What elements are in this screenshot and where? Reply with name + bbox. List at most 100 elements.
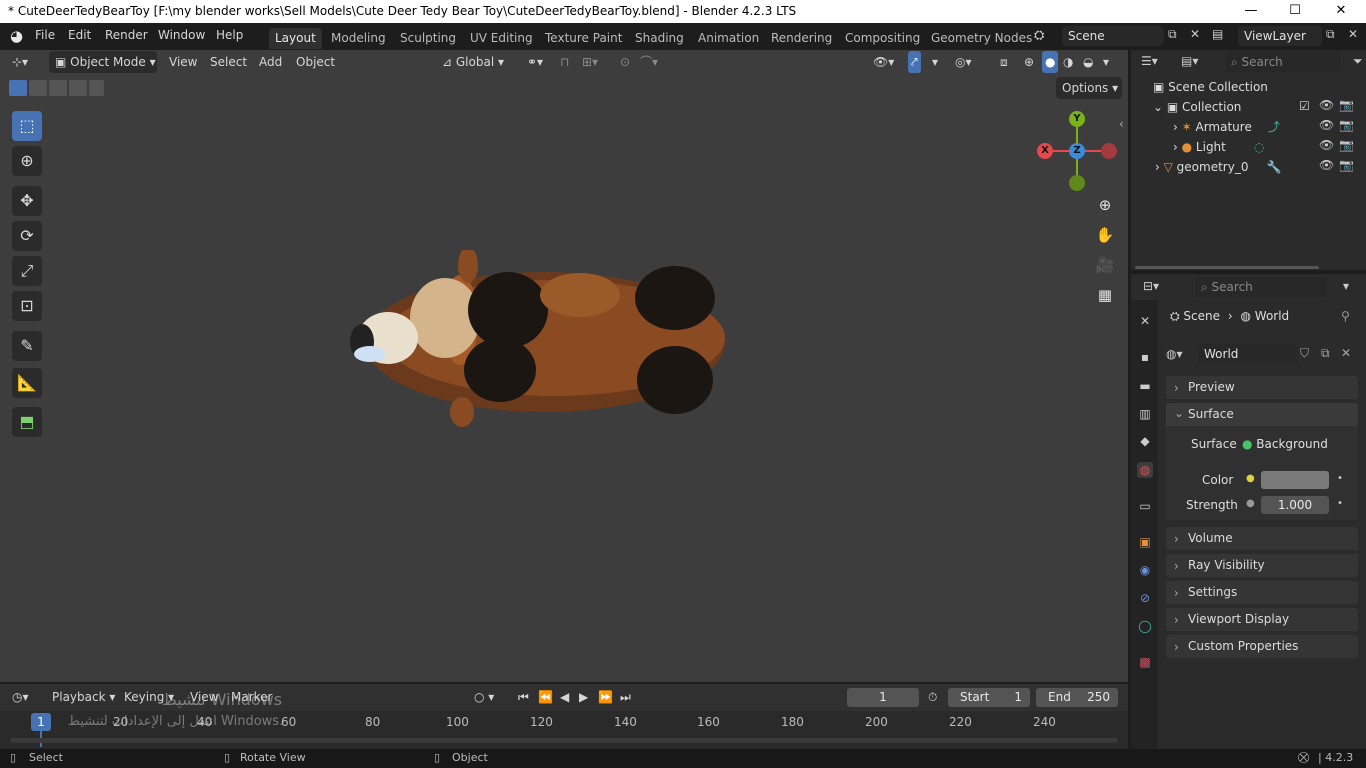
tab-rendering[interactable]: Rendering [765,28,838,49]
outliner-item-geometry[interactable]: › ▽ geometry_0 🔧 [1155,157,1281,177]
delete-viewlayer-icon[interactable]: ✕ [1348,27,1358,41]
panel-custom-properties[interactable]: Custom Properties [1166,635,1358,658]
object-tab-icon[interactable]: ▣ [1137,534,1153,550]
timeline-scrollbar[interactable] [10,738,1118,743]
panel-settings[interactable]: Settings [1166,581,1358,604]
properties-search[interactable]: ⌕ Search [1195,277,1327,297]
display-mode-icon[interactable]: ▤▾ [1181,54,1198,68]
play-reverse-icon[interactable]: ◀ [560,686,569,708]
world-browse-icon[interactable]: ◍▾ [1166,344,1196,364]
output-tab-icon[interactable]: ▬ [1137,378,1153,394]
menu-window[interactable]: Window [158,28,205,42]
color-keyframe-icon[interactable]: • [1337,473,1343,484]
minimize-button[interactable]: — [1228,0,1274,23]
xray-icon[interactable]: ⧈ [1000,51,1008,73]
outliner-item-light[interactable]: › ● Light ◌ [1173,137,1264,157]
sidebar-toggle-icon[interactable]: ‹ [1119,117,1124,131]
camera-icon[interactable]: 🎥 [1091,251,1119,279]
tab-layout[interactable]: Layout [269,28,322,49]
gizmo-z-axis[interactable]: Z [1069,143,1085,159]
world-datablock-field[interactable]: World [1198,344,1298,364]
solid-shading-icon[interactable]: ● [1042,51,1059,73]
select-extend-icon[interactable] [29,80,47,96]
duplicate-world-icon[interactable]: ⧉ [1321,346,1330,361]
proportional-edit-icon[interactable]: ⊙ [620,51,630,73]
expand-icon[interactable]: ⌄ [1153,100,1167,114]
panel-volume[interactable]: Volume [1166,527,1358,550]
outliner-search[interactable]: ⌕ Search [1225,52,1341,72]
menu-add[interactable]: Add [259,51,282,73]
snap-icon[interactable]: ⊓ [560,51,569,73]
collection-render-camera-icon[interactable]: 📷 [1339,98,1354,112]
outliner-scrollbar[interactable] [1135,266,1319,269]
start-frame-field[interactable]: Start 1 [948,688,1030,707]
strength-keyframe-icon[interactable]: • [1337,498,1343,509]
pivot-icon[interactable]: ⚭▾ [527,51,543,73]
preview-range-clock-icon[interactable]: ⏱ [928,686,937,708]
scale-tool-icon[interactable]: ⤢ [12,256,42,286]
menu-render[interactable]: Render [105,28,148,42]
3d-viewport[interactable] [0,50,1128,682]
editor-type-icon[interactable]: ⊹▾ [12,51,28,73]
filter-icon[interactable]: ⏷ [1353,54,1363,69]
geometry-visibility-eye-icon[interactable]: 👁 [1319,158,1334,172]
visibility-icon[interactable]: 👁▾ [873,51,894,73]
tab-modeling[interactable]: Modeling [325,28,392,49]
view-layer-tab-icon[interactable]: ▥ [1137,406,1153,422]
gizmo-toggle-icon[interactable]: ⤤ [908,51,921,73]
orientation-selector[interactable]: ⊿ Global ▾ [442,51,504,73]
expand-icon[interactable]: › [1173,140,1182,154]
menu-object[interactable]: Object [296,51,335,73]
overlays-icon[interactable]: ◎▾ [955,51,972,73]
add-cube-tool-icon[interactable]: ⬒ [12,407,42,437]
delete-scene-icon[interactable]: ✕ [1190,27,1200,41]
jump-next-keyframe-icon[interactable]: ⏩ [598,686,613,708]
outliner-scene-collection[interactable]: ▣ Scene Collection [1153,77,1268,97]
strength-field[interactable]: 1.000 [1261,496,1329,514]
pan-hand-icon[interactable]: ✋ [1091,221,1119,249]
menu-file[interactable]: File [35,28,55,42]
collection-visibility-eye-icon[interactable]: 👁 [1319,98,1334,112]
options-dropdown[interactable]: Options ▾ [1056,77,1122,99]
menu-help[interactable]: Help [216,28,243,42]
material-shading-icon[interactable]: ◑ [1063,51,1073,73]
playhead-frame[interactable]: 1 [31,713,51,731]
world-color-swatch[interactable] [1261,471,1329,489]
constraints-tab-icon[interactable]: ⊘ [1137,590,1153,606]
snap-target-icon[interactable]: ⊞▾ [582,51,598,73]
panel-preview[interactable]: Preview [1166,376,1358,399]
expand-icon[interactable]: › [1155,160,1164,174]
select-box-tool-icon[interactable]: ⬚ [12,111,42,141]
maximize-button[interactable]: ☐ [1272,0,1318,23]
gizmo-dropdown-icon[interactable]: ▾ [932,51,938,73]
outliner-item-armature[interactable]: › ✶ Armature ⤴ [1173,117,1280,137]
light-render-camera-icon[interactable]: 📷 [1339,138,1354,152]
end-frame-field[interactable]: End 250 [1036,688,1118,707]
auto-keying-icon[interactable]: ○ ▾ [474,686,494,708]
blender-logo-icon[interactable]: ◕ [10,27,23,45]
new-scene-icon[interactable]: ⧉ [1168,27,1177,42]
panel-surface[interactable]: Surface [1166,403,1358,426]
jump-end-icon[interactable]: ⏭ [620,686,631,708]
surface-shader-selector[interactable]: ● Background [1242,434,1332,454]
tab-geometry-nodes[interactable]: Geometry Nodes [925,28,1038,49]
outliner-collection[interactable]: ⌄ ▣ Collection [1153,97,1241,117]
viewlayer-selector[interactable]: ViewLayer [1238,26,1322,46]
physics-tab-icon[interactable]: ◉ [1137,562,1153,578]
annotate-tool-icon[interactable]: ✎ [12,331,42,361]
render-tab-icon[interactable]: ▪ [1137,349,1153,365]
jump-start-icon[interactable]: ⏮ [518,686,529,708]
tab-shading[interactable]: Shading [629,28,690,49]
menu-view[interactable]: View [169,51,197,73]
shading-dropdown-icon[interactable]: ▾ [1103,51,1109,73]
tab-texture-paint[interactable]: Texture Paint [539,28,628,49]
collection-checkbox[interactable]: ☑ [1299,99,1310,113]
perspective-grid-icon[interactable]: ▦ [1091,281,1119,309]
armature-visibility-eye-icon[interactable]: 👁 [1319,118,1334,132]
select-invert-icon[interactable] [69,80,87,96]
cursor-tool-icon[interactable]: ⊕ [12,146,42,176]
fake-user-shield-icon[interactable]: ⛉ [1300,346,1309,361]
menu-playback[interactable]: Playback ▾ [52,686,115,708]
texture-tab-icon[interactable]: ▩ [1137,654,1153,670]
tab-animation[interactable]: Animation [692,28,765,49]
